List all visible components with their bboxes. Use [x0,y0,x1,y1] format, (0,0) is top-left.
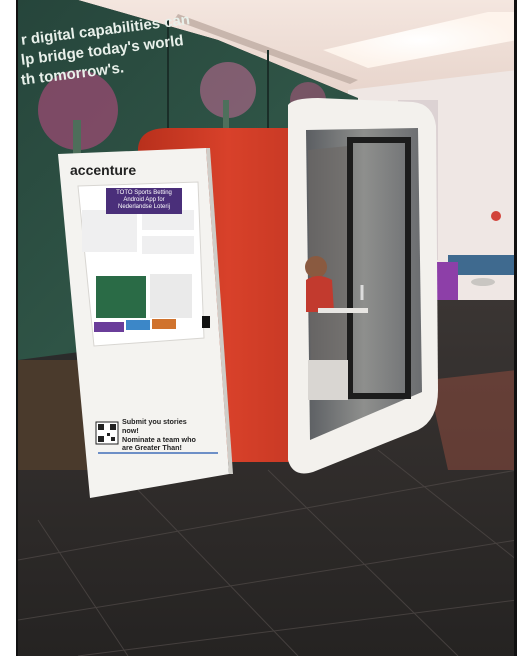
scene-graphic [17,0,517,656]
person-body [306,276,334,312]
photo-scene: r digital capabilities can lp bridge tod… [0,0,517,656]
pod-seat [308,360,348,400]
poster-title: TOTO Sports Betting Android App for Nede… [106,188,182,214]
person-head [305,256,327,278]
standee-link-bar[interactable] [98,452,218,454]
submit-callout: Submit you stories now! Nominate a team … [122,417,202,453]
purple-chair [436,262,458,300]
blue-sofa [448,255,517,275]
accenture-logo: accenture [70,162,137,178]
pod-desk [318,308,368,313]
wall-decor [491,211,501,221]
qr-code[interactable] [95,421,119,445]
office-lobby-photo: r digital capabilities can lp bridge tod… [17,0,517,656]
coffee-table [471,278,495,286]
cta-line-1: Submit you stories now! [122,417,187,435]
left-border [0,0,18,656]
mural-mark [202,316,210,328]
